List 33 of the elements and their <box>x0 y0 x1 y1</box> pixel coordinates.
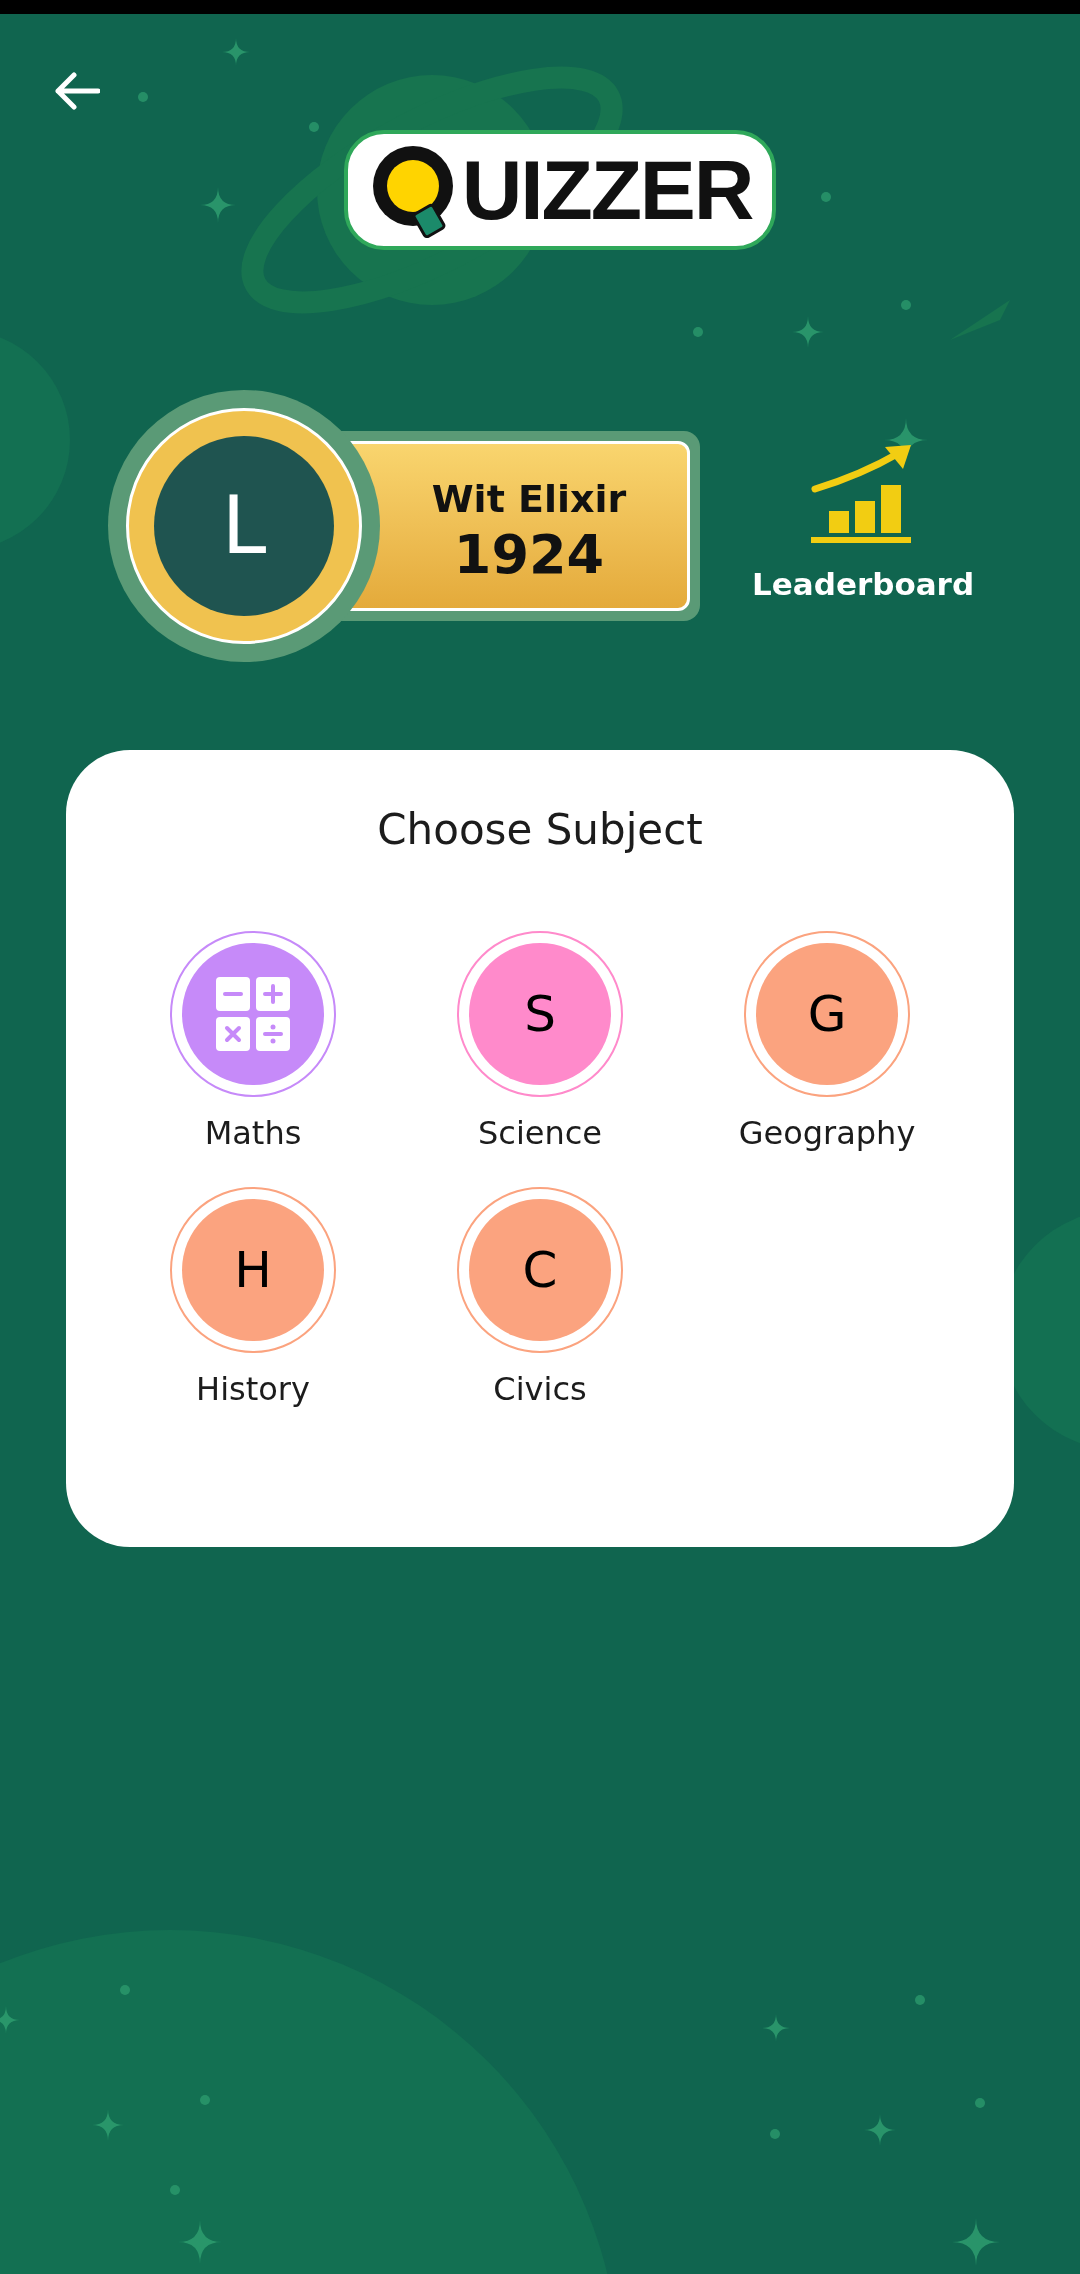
player-name: Wit Elixir <box>431 475 627 523</box>
subject-name: Civics <box>493 1369 587 1410</box>
back-arrow-icon <box>54 71 100 111</box>
star-dot <box>901 300 911 310</box>
player-score: 1924 <box>453 527 605 582</box>
star-dot <box>200 2095 210 2105</box>
star-dot <box>170 2185 180 2195</box>
star-dot <box>693 327 703 337</box>
subject-name: Geography <box>738 1113 916 1154</box>
calculator-operations-icon <box>216 977 290 1051</box>
panel-title: Choose Subject <box>377 804 703 856</box>
subject-name: Science <box>477 1113 602 1154</box>
subject-name: Maths <box>204 1113 302 1154</box>
subject-button[interactable]: C Civics <box>435 1187 645 1413</box>
avatar-letter: L <box>221 478 267 574</box>
star-dot <box>770 2129 780 2139</box>
subject-letter: S <box>524 983 556 1045</box>
leaderboard-button[interactable]: Leaderboard <box>752 444 975 608</box>
app-logo: UIZZER <box>343 130 777 250</box>
subject-letter: C <box>522 1239 558 1301</box>
subject-button[interactable]: H History <box>148 1187 358 1413</box>
subject-name: History <box>196 1369 310 1410</box>
star-dot <box>915 1995 925 2005</box>
subject-letter: G <box>807 983 847 1045</box>
star-dot <box>120 1985 130 1995</box>
subject-button[interactable]: G Geography <box>722 931 932 1157</box>
star-dot <box>138 92 148 102</box>
subject-button[interactable]: S Science <box>435 931 645 1157</box>
subject-button[interactable]: Maths <box>148 931 358 1157</box>
star-dot <box>975 2098 985 2108</box>
star-dot <box>821 192 831 202</box>
star-dot <box>309 122 319 132</box>
subject-letter: H <box>234 1239 272 1301</box>
